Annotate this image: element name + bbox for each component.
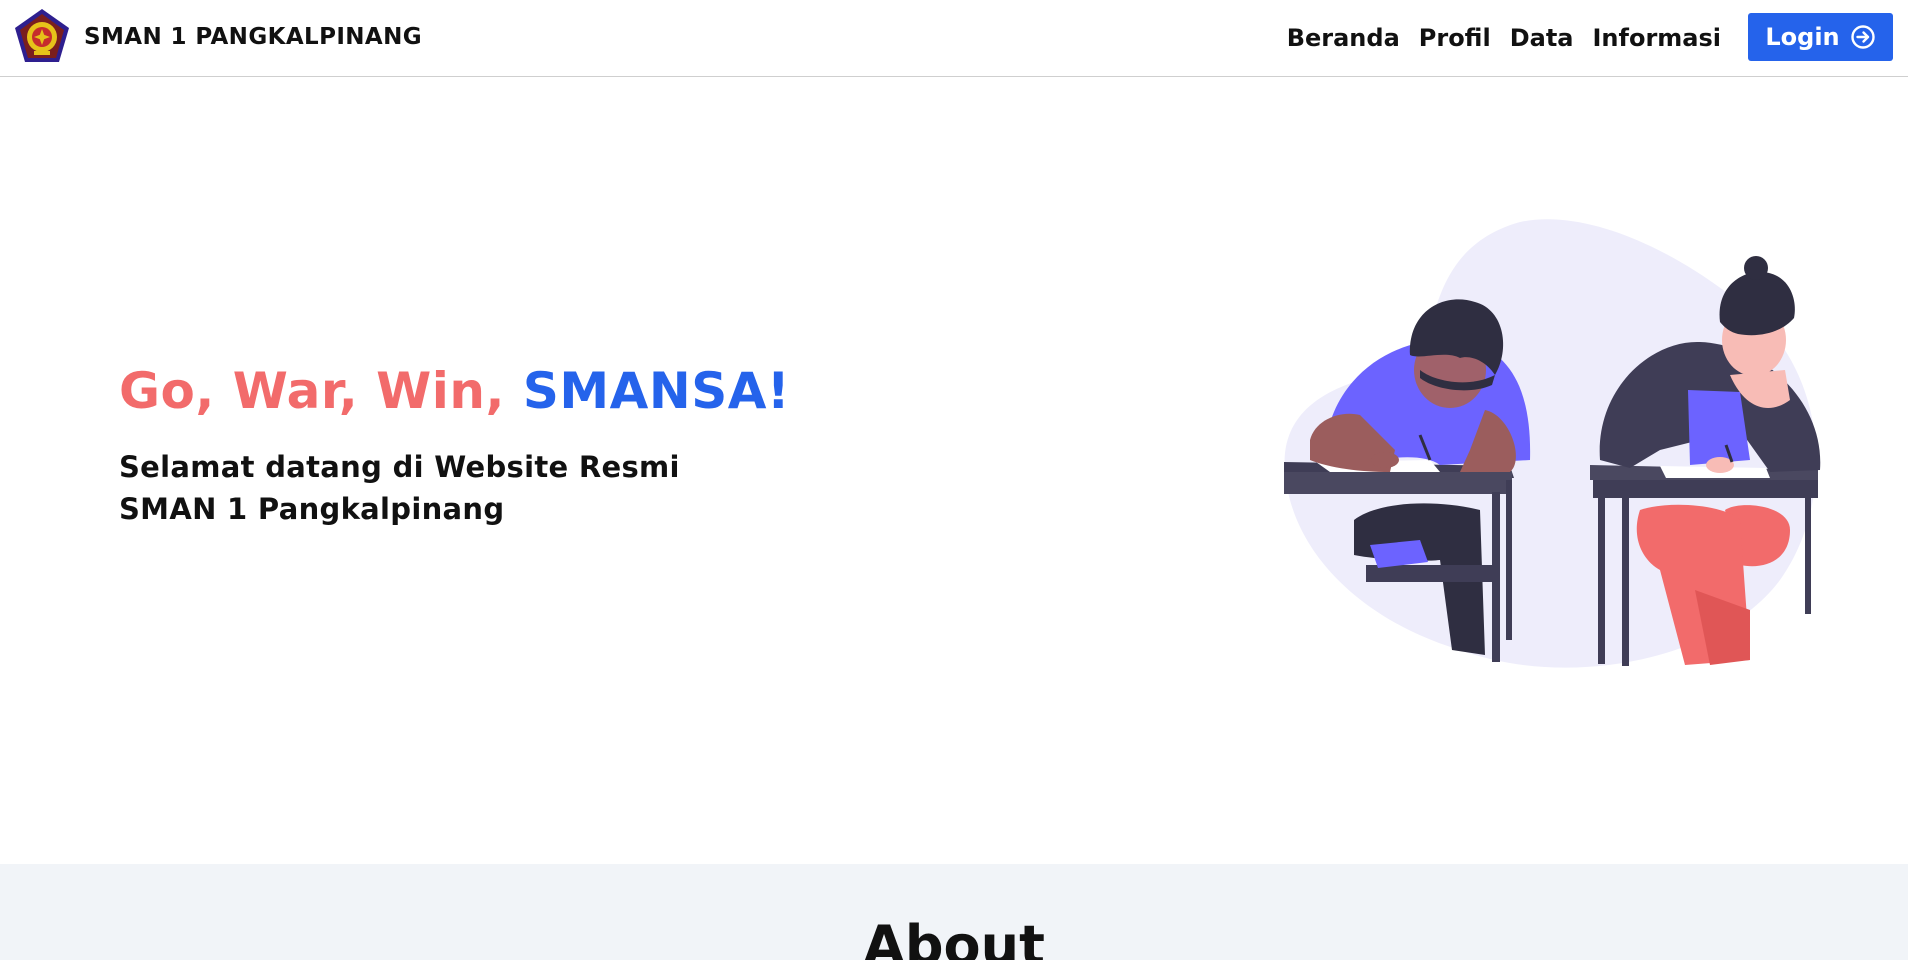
nav-link-profil[interactable]: Profil xyxy=(1419,24,1491,52)
about-section: About xyxy=(0,864,1908,960)
hero-title-part1: Go, War, Win, xyxy=(119,362,523,420)
brand-name: SMAN 1 PANGKALPINANG xyxy=(84,24,423,50)
hero-title-part2: SMANSA! xyxy=(522,362,791,420)
nav-link-informasi[interactable]: Informasi xyxy=(1593,24,1722,52)
nav-link-beranda[interactable]: Beranda xyxy=(1287,24,1400,52)
hero-title: Go, War, Win, SMANSA! xyxy=(119,362,790,420)
login-button[interactable]: Login xyxy=(1748,13,1893,61)
hero-subtitle-line2: SMAN 1 Pangkalpinang xyxy=(119,492,505,526)
brand[interactable]: SMAN 1 PANGKALPINANG xyxy=(12,6,422,68)
login-button-label: Login xyxy=(1765,23,1840,51)
hero-subtitle-line1: Selamat datang di Website Resmi xyxy=(119,450,680,484)
arrow-right-circle-icon xyxy=(1850,25,1875,49)
nav-link-data[interactable]: Data xyxy=(1510,24,1574,52)
about-title: About xyxy=(863,914,1045,960)
main-nav: Beranda Profil Data Informasi xyxy=(1268,0,1721,76)
students-taking-exam-illustration xyxy=(1284,219,1821,668)
school-crest-logo xyxy=(15,9,69,62)
navbar: SMAN 1 PANGKALPINANG Beranda Profil Data… xyxy=(0,0,1908,77)
